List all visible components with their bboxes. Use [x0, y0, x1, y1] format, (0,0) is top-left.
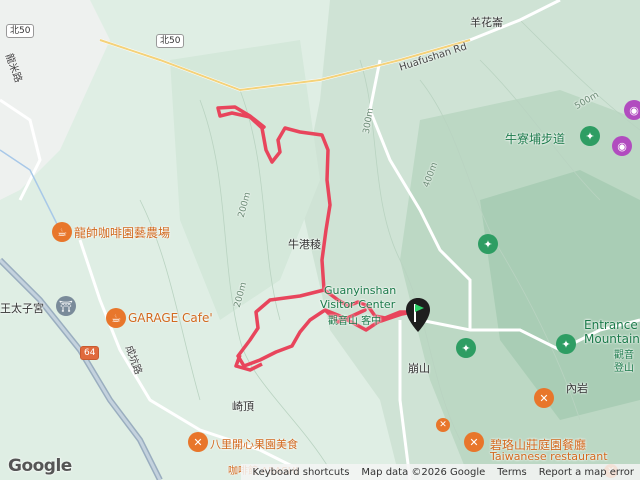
camera-icon[interactable]: ◉ [624, 100, 640, 120]
coffee-cup-icon[interactable]: ☕ [52, 222, 72, 242]
place-label: 內岩 [566, 382, 588, 395]
terms-link[interactable]: Terms [491, 467, 532, 478]
report-error-link[interactable]: Report a map error [533, 467, 640, 478]
coffee-cup-icon[interactable]: ☕ [106, 308, 126, 328]
poi-label[interactable]: 王太子宮 [0, 300, 44, 316]
map-data-text: Map data ©2026 Google [361, 466, 486, 478]
poi-label[interactable]: 八里開心果園美食 [210, 436, 298, 452]
poi-label[interactable]: GARAGE Cafe' [128, 311, 213, 325]
road-shield: 北50 [156, 34, 185, 48]
map-view[interactable]: 北50 北50 64 羊花崙 Huafushan Rd 牛寮埔步道 龍帥咖啡園藝… [0, 0, 640, 480]
place-label: 羊花崙 [470, 16, 503, 29]
google-logo: Google [8, 456, 72, 476]
poi-label[interactable]: Entrance [584, 318, 638, 332]
hiker-icon[interactable]: ✦ [556, 334, 576, 354]
place-label: 崎頂 [232, 400, 254, 413]
attribution-bar: Keyboard shortcuts Map data ©2026 Google… [240, 464, 640, 480]
poi-label[interactable]: Mountain [584, 332, 640, 346]
camera-icon[interactable]: ◉ [612, 136, 632, 156]
fork-knife-icon[interactable]: ✕ [188, 432, 208, 452]
poi-label[interactable]: Visitor Center [320, 298, 395, 311]
poi-label[interactable]: 登山 [614, 359, 634, 374]
poi-label[interactable]: 觀音山 客中 [328, 312, 381, 327]
place-label: 牛港稜 [288, 238, 321, 251]
poi-label[interactable]: 龍帥咖啡園藝農場 [74, 224, 170, 241]
hiker-icon[interactable]: ✦ [478, 234, 498, 254]
hiker-icon[interactable]: ✦ [456, 338, 476, 358]
fork-knife-icon[interactable]: ✕ [464, 432, 484, 452]
hiker-icon[interactable]: ✦ [580, 126, 600, 146]
poi-label[interactable]: Taiwanese restaurant [490, 450, 608, 463]
highway-shield: 64 [80, 346, 100, 360]
place-label: 崩山 [408, 362, 430, 375]
temple-icon[interactable]: ⛩ [56, 296, 76, 316]
poi-label[interactable]: 牛寮埔步道 [505, 130, 565, 147]
road-shield: 北50 [6, 24, 35, 38]
poi-label[interactable]: Guanyinshan [324, 284, 396, 297]
fork-knife-icon[interactable]: ✕ [436, 418, 450, 432]
keyboard-shortcuts-link[interactable]: Keyboard shortcuts [247, 467, 356, 478]
green-flag-icon[interactable] [406, 298, 430, 334]
fork-knife-icon[interactable]: ✕ [534, 388, 554, 408]
